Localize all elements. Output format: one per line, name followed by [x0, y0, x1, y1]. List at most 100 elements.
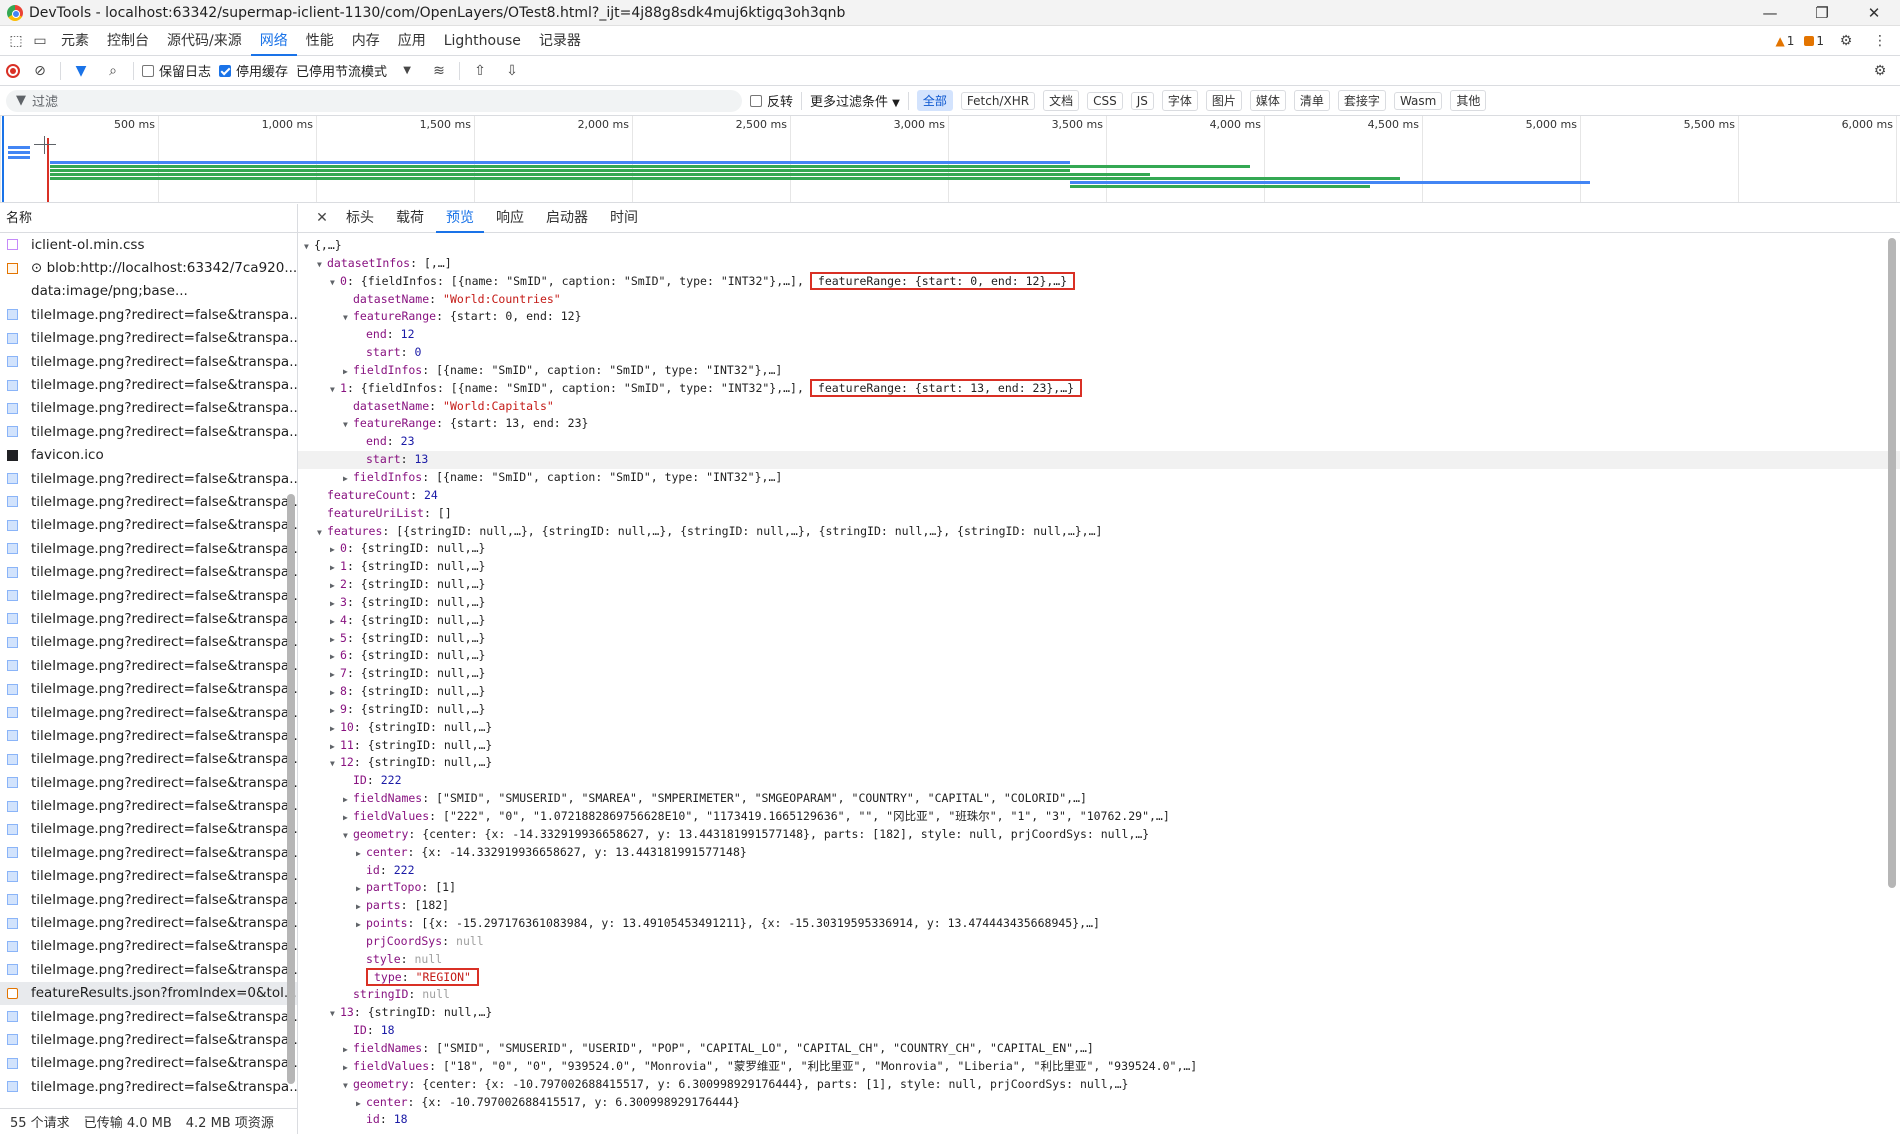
- expand-right-icon[interactable]: ▶: [343, 363, 353, 381]
- request-row[interactable]: tileImage.png?redirect=false&transpa...: [0, 935, 297, 958]
- request-row[interactable]: tileImage.png?redirect=false&transpa...: [0, 724, 297, 747]
- invert-checkbox[interactable]: 反转: [750, 91, 793, 110]
- tree-line[interactable]: ▼ 0: {fieldInfos: [{name: "SmID", caption…: [298, 271, 1900, 292]
- tree-line[interactable]: ▶ 8: {stringID: null,…}: [298, 683, 1900, 701]
- disable-cache-checkbox[interactable]: 停用缓存: [219, 61, 288, 80]
- expand-right-icon[interactable]: ▶: [330, 559, 340, 577]
- request-row[interactable]: tileImage.png?redirect=false&transpa...: [0, 537, 297, 560]
- request-row[interactable]: tileImage.png?redirect=false&transpa...: [0, 631, 297, 654]
- close-detail-icon[interactable]: ✕: [310, 206, 334, 230]
- tree-line[interactable]: ▼ geometry: {center: {x: -14.332919936658…: [298, 826, 1900, 844]
- tab-payload[interactable]: 载荷: [386, 204, 434, 233]
- tree-line[interactable]: ▶ center: {x: -14.332919936658627, y: 13.…: [298, 844, 1900, 862]
- request-row[interactable]: featureResults.json?fromIndex=0&tol...: [0, 981, 297, 1005]
- tab-timing[interactable]: 时间: [600, 204, 648, 233]
- expand-down-icon[interactable]: ▼: [330, 274, 340, 292]
- chevron-down-icon[interactable]: ▼: [395, 59, 419, 83]
- expand-right-icon[interactable]: ▶: [343, 470, 353, 488]
- request-row[interactable]: tileImage.png?redirect=false&transpa...: [0, 350, 297, 373]
- tree-line[interactable]: ▶ partTopo: [1]: [298, 879, 1900, 897]
- expand-right-icon[interactable]: ▶: [330, 720, 340, 738]
- request-list-scrollbar[interactable]: [287, 494, 295, 1084]
- expand-right-icon[interactable]: ▶: [330, 577, 340, 595]
- tree-line[interactable]: ▶ 7: {stringID: null,…}: [298, 665, 1900, 683]
- tree-line[interactable]: ▶ 0: {stringID: null,…}: [298, 540, 1900, 558]
- expand-down-icon[interactable]: ▼: [330, 381, 340, 399]
- expand-right-icon[interactable]: ▶: [343, 809, 353, 827]
- expand-down-icon[interactable]: ▼: [317, 524, 327, 542]
- import-har-icon[interactable]: ⇧: [468, 59, 492, 83]
- filter-chip-css[interactable]: CSS: [1087, 91, 1123, 110]
- settings-gear-icon[interactable]: ⚙: [1834, 29, 1858, 53]
- tree-line[interactable]: ▼ datasetInfos: [,…]: [298, 255, 1900, 273]
- filter-chip-img[interactable]: 图片: [1205, 90, 1242, 111]
- expand-right-icon[interactable]: ▶: [330, 684, 340, 702]
- tree-line[interactable]: ▶ 10: {stringID: null,…}: [298, 719, 1900, 737]
- expand-right-icon[interactable]: ▶: [330, 541, 340, 559]
- export-har-icon[interactable]: ⇩: [500, 59, 524, 83]
- tree-line[interactable]: ▶ parts: [182]: [298, 897, 1900, 915]
- record-icon[interactable]: [6, 63, 20, 78]
- tree-line[interactable]: ▶ fieldInfos: [{name: "SmID", caption: "S…: [298, 362, 1900, 380]
- tree-line[interactable]: ▶ fieldValues: ["222", "0", "1.0721882869…: [298, 808, 1900, 826]
- tree-line[interactable]: ▶ fieldInfos: [{name: "SmID", caption: "S…: [298, 469, 1900, 487]
- request-row[interactable]: tileImage.png?redirect=false&transpa...: [0, 560, 297, 583]
- request-row[interactable]: tileImage.png?redirect=false&transpa...: [0, 1005, 297, 1028]
- request-row[interactable]: tileImage.png?redirect=false&transpa...: [0, 888, 297, 911]
- network-overview-timeline[interactable]: 500 ms 1,000 ms 1,500 ms 2,000 ms 2,500 …: [0, 116, 1900, 203]
- tab-performance[interactable]: 性能: [297, 26, 343, 56]
- tree-line[interactable]: ▶ 6: {stringID: null,…}: [298, 647, 1900, 665]
- request-row[interactable]: tileImage.png?redirect=false&transpa...: [0, 514, 297, 537]
- expand-right-icon[interactable]: ▶: [330, 702, 340, 720]
- expand-down-icon[interactable]: ▼: [330, 755, 340, 773]
- expand-right-icon[interactable]: ▶: [356, 880, 366, 898]
- tree-line[interactable]: ▶ 5: {stringID: null,…}: [298, 630, 1900, 648]
- tab-sources[interactable]: 源代码/来源: [158, 26, 251, 56]
- preserve-log-checkbox[interactable]: 保留日志: [142, 61, 211, 80]
- tab-preview[interactable]: 预览: [436, 204, 484, 233]
- tree-line[interactable]: ▼ geometry: {center: {x: -10.797002688415…: [298, 1076, 1900, 1094]
- tree-line[interactable]: ▶ 4: {stringID: null,…}: [298, 612, 1900, 630]
- request-row[interactable]: tileImage.png?redirect=false&transpa...: [0, 327, 297, 350]
- filter-chip-manifest[interactable]: 清单: [1293, 90, 1330, 111]
- expand-down-icon[interactable]: ▼: [343, 1077, 353, 1095]
- filter-icon[interactable]: ▼: [69, 59, 93, 83]
- request-row[interactable]: tileImage.png?redirect=false&transpa...: [0, 607, 297, 630]
- request-row[interactable]: tileImage.png?redirect=false&transpa...: [0, 958, 297, 981]
- request-row[interactable]: tileImage.png?redirect=false&transpa...: [0, 911, 297, 934]
- restore-icon[interactable]: ❐: [1796, 4, 1848, 22]
- device-toolbar-icon[interactable]: ▭: [28, 29, 52, 53]
- expand-right-icon[interactable]: ▶: [330, 666, 340, 684]
- network-settings-icon[interactable]: ⚙: [1868, 59, 1892, 83]
- tree-line[interactable]: ▼ featureRange: {start: 0, end: 12}: [298, 308, 1900, 326]
- request-row[interactable]: tileImage.png?redirect=false&transpa...: [0, 701, 297, 724]
- tree-line[interactable]: ▼ 13: {stringID: null,…}: [298, 1004, 1900, 1022]
- expand-right-icon[interactable]: ▶: [343, 1041, 353, 1059]
- request-row[interactable]: tileImage.png?redirect=false&transpa...: [0, 865, 297, 888]
- expand-right-icon[interactable]: ▶: [343, 791, 353, 809]
- filter-chip-media[interactable]: 媒体: [1249, 90, 1286, 111]
- request-row[interactable]: tileImage.png?redirect=false&transpa...: [0, 794, 297, 817]
- request-row[interactable]: tileImage.png?redirect=false&transpa...: [0, 1052, 297, 1075]
- filter-chip-doc[interactable]: 文档: [1043, 90, 1080, 111]
- filter-chip-all[interactable]: 全部: [916, 90, 953, 111]
- tab-initiator[interactable]: 启动器: [536, 204, 598, 233]
- tab-application[interactable]: 应用: [389, 26, 435, 56]
- tab-recorder[interactable]: 记录器: [530, 26, 590, 56]
- tree-line[interactable]: ▼ 1: {fieldInfos: [{name: "SmID", caption…: [298, 378, 1900, 399]
- checkbox-box[interactable]: [142, 64, 154, 77]
- more-filters-dropdown[interactable]: 更多过滤条件 ▼: [810, 91, 900, 110]
- tree-line[interactable]: ▶ center: {x: -10.797002688415517, y: 6.3…: [298, 1094, 1900, 1112]
- request-row[interactable]: tileImage.png?redirect=false&transpa...: [0, 677, 297, 700]
- request-row[interactable]: tileImage.png?redirect=false&transpa...: [0, 1075, 297, 1098]
- expand-right-icon[interactable]: ▶: [356, 898, 366, 916]
- request-row[interactable]: tileImage.png?redirect=false&transpa...: [0, 654, 297, 677]
- expand-right-icon[interactable]: ▶: [330, 648, 340, 666]
- request-row[interactable]: favicon.ico: [0, 444, 297, 467]
- request-row[interactable]: data:image/png;base...: [0, 280, 297, 303]
- request-row[interactable]: tileImage.png?redirect=false&transpa...: [0, 841, 297, 864]
- expand-right-icon[interactable]: ▶: [356, 916, 366, 934]
- tree-line[interactable]: ▶ fieldNames: ["SMID", "SMUSERID", "SMARE…: [298, 790, 1900, 808]
- preview-scrollbar[interactable]: [1888, 238, 1896, 888]
- tab-memory[interactable]: 内存: [343, 26, 389, 56]
